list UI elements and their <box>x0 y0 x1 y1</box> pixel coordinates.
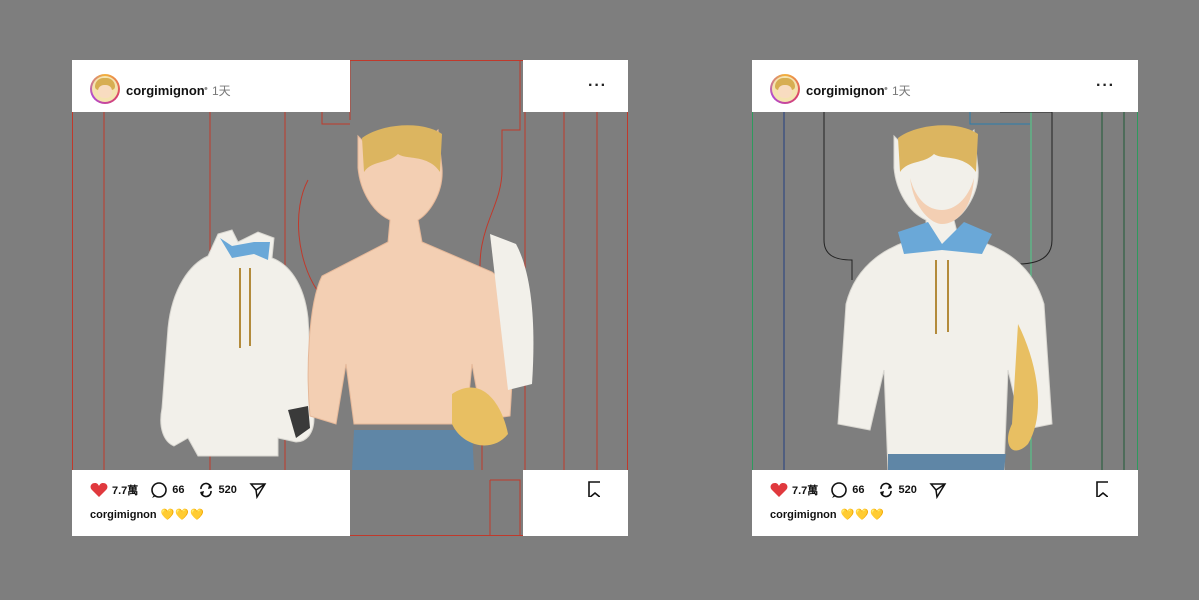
repost-icon-2[interactable] <box>877 481 895 499</box>
character-shirtless-illustration <box>307 125 534 470</box>
caption-2: corgimignon 💛💛💛 <box>770 508 885 521</box>
share-icon-2[interactable] <box>929 481 947 499</box>
caption-username[interactable]: corgimignon <box>90 509 157 521</box>
comment-count-2: 66 <box>852 484 865 496</box>
character-hoodie-illustration <box>837 125 1053 470</box>
post-header-right: ··· <box>523 60 628 112</box>
like-count: 7.7萬 <box>112 485 139 497</box>
bookmark-icon[interactable] <box>588 481 600 497</box>
left-post-mockup: corgimignon • 1天 ··· 7.7萬 66 520 corgimi… <box>72 60 628 536</box>
repost-count-2: 520 <box>898 484 917 496</box>
share-icon[interactable] <box>249 481 267 499</box>
more-options-icon-2[interactable]: ··· <box>1096 77 1115 95</box>
comment-icon[interactable] <box>150 481 168 499</box>
bookmark-icon-2[interactable] <box>1096 481 1108 497</box>
caption-username-2[interactable]: corgimignon <box>770 509 837 521</box>
caption-emoji: 💛💛💛 <box>160 509 205 521</box>
separator-dot-2: • <box>884 83 888 95</box>
action-bar-2: 7.7萬 66 520 <box>770 480 947 500</box>
avatar-2[interactable] <box>770 74 800 104</box>
heart-icon[interactable] <box>90 482 108 498</box>
separator-dot: • <box>204 83 208 95</box>
heart-icon-2[interactable] <box>770 482 788 498</box>
comment-icon-2[interactable] <box>830 481 848 499</box>
post-header: corgimignon • 1天 <box>72 60 350 112</box>
more-options-icon[interactable]: ··· <box>588 77 607 95</box>
repost-count: 520 <box>218 484 237 496</box>
repost-icon[interactable] <box>197 481 215 499</box>
comment-count: 66 <box>172 484 185 496</box>
action-bar: 7.7萬 66 520 <box>90 480 267 500</box>
post-header-2: corgimignon • 1天 ··· <box>752 60 1138 112</box>
caption: corgimignon 💛💛💛 <box>90 508 205 521</box>
username[interactable]: corgimignon <box>126 83 205 98</box>
post-footer-right <box>523 470 628 536</box>
caption-emoji-2: 💛💛💛 <box>840 509 885 521</box>
right-post-mockup: corgimignon • 1天 ··· 7.7萬 66 520 corgimi… <box>752 60 1138 536</box>
hoodie-cutout-illustration <box>160 229 315 457</box>
like-count-2: 7.7萬 <box>792 485 819 497</box>
post-time-2: 1天 <box>892 84 911 98</box>
post-time: 1天 <box>212 84 231 98</box>
username-2[interactable]: corgimignon <box>806 83 885 98</box>
avatar[interactable] <box>90 74 120 104</box>
